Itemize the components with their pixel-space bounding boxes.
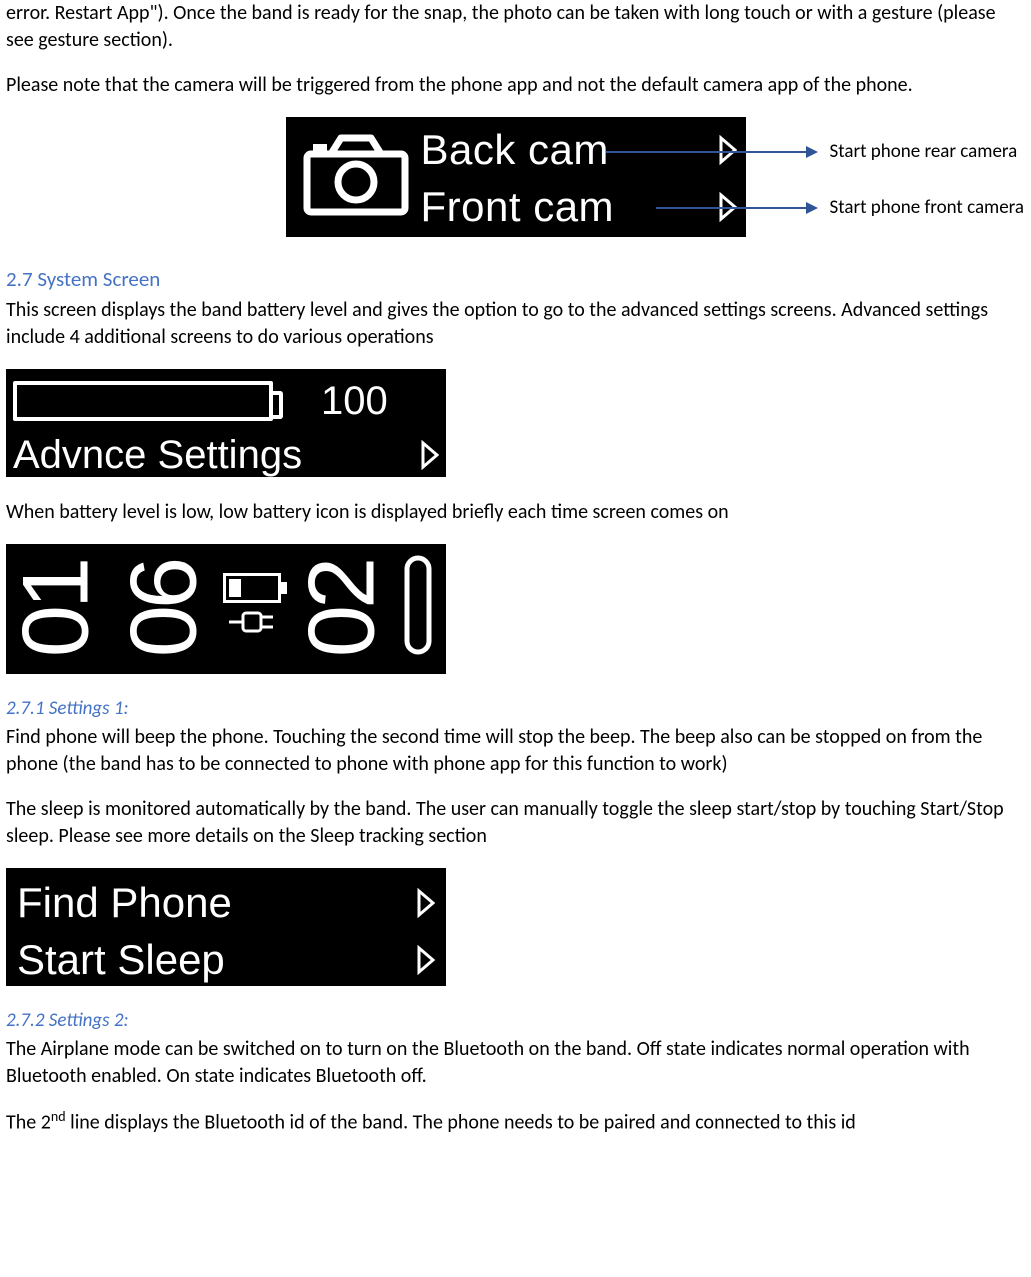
chevron-right-icon <box>417 888 435 918</box>
settings1-screen-figure: Find Phone Start Sleep <box>6 868 1025 986</box>
ordinal-suffix: nd <box>51 1108 66 1125</box>
body-text: The Airplane mode can be switched on to … <box>6 1036 1025 1090</box>
start-sleep-label: Start Sleep <box>17 932 225 989</box>
body-text: The 2nd line displays the Bluetooth id o… <box>6 1108 1025 1137</box>
chevron-right-icon <box>421 440 439 470</box>
find-phone-label: Find Phone <box>17 875 232 932</box>
callout-rear-camera: Start phone rear camera <box>830 139 1018 165</box>
heading-settings-2: 2.7.2 Settings 2: <box>6 1008 1025 1034</box>
battery-icon <box>13 381 273 421</box>
body-text: error. Restart App"). Once the band is r… <box>6 0 1025 54</box>
settings1-device-screen: Find Phone Start Sleep <box>6 868 446 986</box>
camera-device-screen: Back cam Front cam <box>286 117 746 237</box>
callout-front-camera: Start phone front camera <box>830 195 1025 221</box>
body-text: When battery level is low, low battery i… <box>6 499 1025 526</box>
system-screen-figure: 100 Advnce Settings <box>6 369 1025 477</box>
body-text: The sleep is monitored automatically by … <box>6 796 1025 850</box>
camera-screen-figure: Back cam Front cam Start phone rear came… <box>6 117 1025 237</box>
clock-digit: 06 <box>116 561 210 658</box>
text-fragment: line displays the Bluetooth id of the ba… <box>66 1110 856 1134</box>
clock-digit: 02 <box>294 561 388 658</box>
chevron-right-icon <box>719 192 737 222</box>
advanced-settings-label: Advnce Settings <box>13 428 302 482</box>
chevron-right-icon <box>719 135 737 165</box>
low-battery-icon <box>223 573 281 603</box>
clock-digit: 01 <box>8 561 102 658</box>
front-cam-label: Front cam <box>421 179 615 236</box>
text-fragment: The 2 <box>6 1110 51 1134</box>
battery-level-value: 100 <box>321 374 388 428</box>
heading-settings-1: 2.7.1 Settings 1: <box>6 696 1025 722</box>
camera-icon <box>301 128 411 226</box>
body-text: Find phone will beep the phone. Touching… <box>6 724 1025 778</box>
low-battery-screen-figure: 01 06 02 <box>6 544 1025 674</box>
back-cam-label: Back cam <box>421 122 609 179</box>
chevron-right-icon <box>417 945 435 975</box>
plug-icon <box>227 607 277 645</box>
system-device-screen: 100 Advnce Settings <box>6 369 446 477</box>
low-battery-device-screen: 01 06 02 <box>6 544 446 674</box>
heading-system-screen: 2.7 System Screen <box>6 265 1025 293</box>
body-text: This screen displays the band battery le… <box>6 297 1025 351</box>
body-text: Please note that the camera will be trig… <box>6 72 1025 99</box>
band-clasp-icon <box>401 550 435 668</box>
